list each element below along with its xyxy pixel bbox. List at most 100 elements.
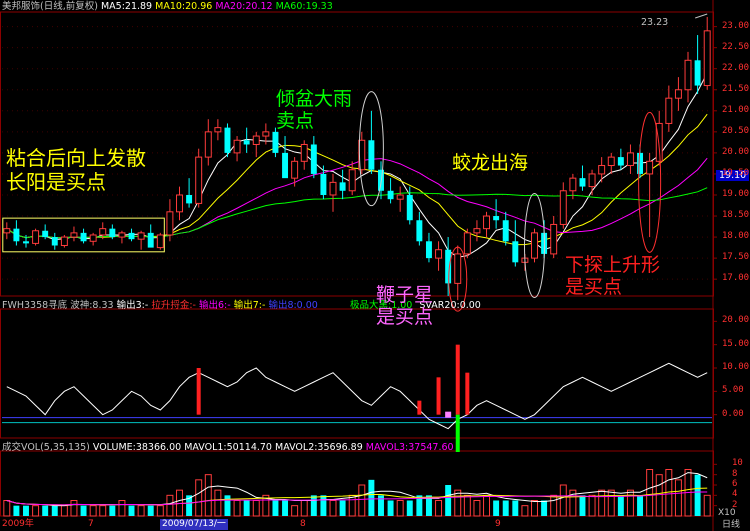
candle-body: [684, 59, 692, 91]
price-tick-label: 17.00: [722, 273, 750, 284]
date-label-1: 7: [88, 519, 94, 529]
volume-bar: [559, 484, 567, 517]
volume-bar: [42, 505, 49, 516]
candle-body: [607, 156, 615, 167]
annotation-bianzixing-line1: 鞭子星: [376, 284, 434, 306]
volume-bar: [329, 500, 337, 517]
volume-bar: [291, 505, 299, 517]
out6-value: 输出6:-: [199, 300, 231, 311]
candle-body: [445, 249, 452, 284]
volume-bar: [588, 494, 596, 517]
volume-bar: [272, 500, 279, 516]
volume-bar: [23, 505, 29, 516]
candle-body: [320, 173, 327, 195]
volume-bar: [387, 500, 394, 516]
indicator-red-bar: [465, 372, 470, 415]
volume-name: 成交VOL(5,35,135): [2, 442, 90, 453]
volume-bar: [99, 505, 107, 517]
volume-bar: [646, 469, 654, 517]
volume-panel-header: 成交VOL(5,35,135) VOLUME:38366.00 MAVOL1:5…: [2, 442, 454, 453]
indicator-tick-label: 20.00: [722, 315, 750, 326]
candle-body: [195, 156, 203, 204]
ma5-value: MA5:21.89: [100, 1, 153, 12]
candle-body: [224, 127, 231, 153]
volume-bar: [70, 500, 78, 517]
high-marker-arrow: [695, 13, 708, 19]
candle-body: [531, 232, 538, 259]
volume-bar: [147, 505, 154, 516]
candle-body: [166, 211, 174, 236]
date-label-3: 8: [300, 519, 306, 529]
indicator-tick-label: 15.00: [722, 338, 750, 349]
volume-bar: [703, 494, 711, 517]
candle-body: [339, 182, 346, 191]
volume-bar: [137, 505, 145, 517]
candle-body: [13, 228, 20, 242]
volume-tick-label: 6: [732, 479, 738, 489]
volume-bar: [233, 500, 241, 517]
candle-body: [128, 232, 135, 240]
candle-body: [3, 228, 11, 234]
out8-value: 输出8:0.00: [268, 300, 318, 311]
volume-bar: [118, 500, 126, 517]
indicator-panel-frame: [0, 308, 714, 439]
volume-panel-frame: [0, 450, 714, 517]
volume-bar: [13, 505, 20, 516]
out3-value: 输出3:-: [116, 300, 149, 311]
price-tick-label: 22.00: [722, 62, 750, 73]
candle-body: [483, 215, 491, 230]
annotation-qingpen-line2: 卖点: [276, 110, 315, 132]
volume-bar: [674, 479, 682, 517]
candle-body: [435, 249, 443, 259]
candle-body: [473, 228, 481, 234]
candle-body: [204, 131, 212, 158]
candle-body: [425, 241, 432, 259]
candle-body: [118, 232, 126, 238]
ma10-value: MA10:20.96: [155, 1, 213, 12]
volume-bar: [204, 474, 212, 517]
out7-value: 输出7:-: [233, 300, 266, 311]
candle-body: [637, 152, 644, 174]
volume-bar: [348, 494, 356, 517]
candle-body: [674, 89, 682, 99]
stock-name: 美邦服饰(日线,前复权): [2, 1, 98, 12]
volume-bar: [320, 495, 327, 516]
date-cursor-label: 2009/07/13/一: [160, 519, 228, 530]
volume-bar: [502, 500, 509, 516]
candle-body: [70, 232, 78, 238]
candle-body: [646, 160, 654, 175]
annotation-zhanhe-line2: 长阳是买点: [6, 170, 106, 194]
volume-bar: [435, 500, 443, 517]
candle-body: [329, 181, 337, 196]
mavol2-value: MAVOL2:35696.89: [275, 442, 363, 453]
volume-bar: [51, 505, 58, 516]
volume-bar: [224, 495, 231, 516]
volume-bar: [598, 489, 606, 517]
candle-body: [569, 177, 577, 192]
indicator-red-bar: [417, 400, 422, 415]
price-tick-label: 20.50: [722, 125, 750, 136]
candle-body: [99, 228, 107, 236]
price-tick-label: 17.50: [722, 252, 750, 263]
indicator-red-bar: [196, 368, 201, 415]
volume-bar: [3, 500, 11, 517]
period-label[interactable]: 日线: [722, 520, 740, 531]
date-label-0: 2009年: [2, 519, 34, 529]
candle-body: [463, 232, 471, 255]
candle-body: [493, 216, 500, 221]
indicator-tick-label: 5.00: [722, 385, 744, 396]
candle-body: [665, 97, 673, 124]
price-tick-label: 21.50: [722, 83, 750, 94]
volume-bar: [156, 505, 164, 517]
volume-bar: [531, 500, 538, 517]
candle-body: [186, 194, 193, 204]
annotation-xiatan: 下探上升形 是买点: [565, 254, 660, 298]
candle-body: [550, 223, 558, 255]
volume-bar: [60, 505, 68, 517]
candle-body: [32, 230, 40, 244]
candle-body: [617, 157, 624, 166]
price-tick-label: 20.00: [722, 146, 750, 157]
ma60-value: MA60:19.33: [275, 1, 333, 12]
volume-bar: [463, 494, 471, 517]
candle-body: [406, 194, 413, 221]
